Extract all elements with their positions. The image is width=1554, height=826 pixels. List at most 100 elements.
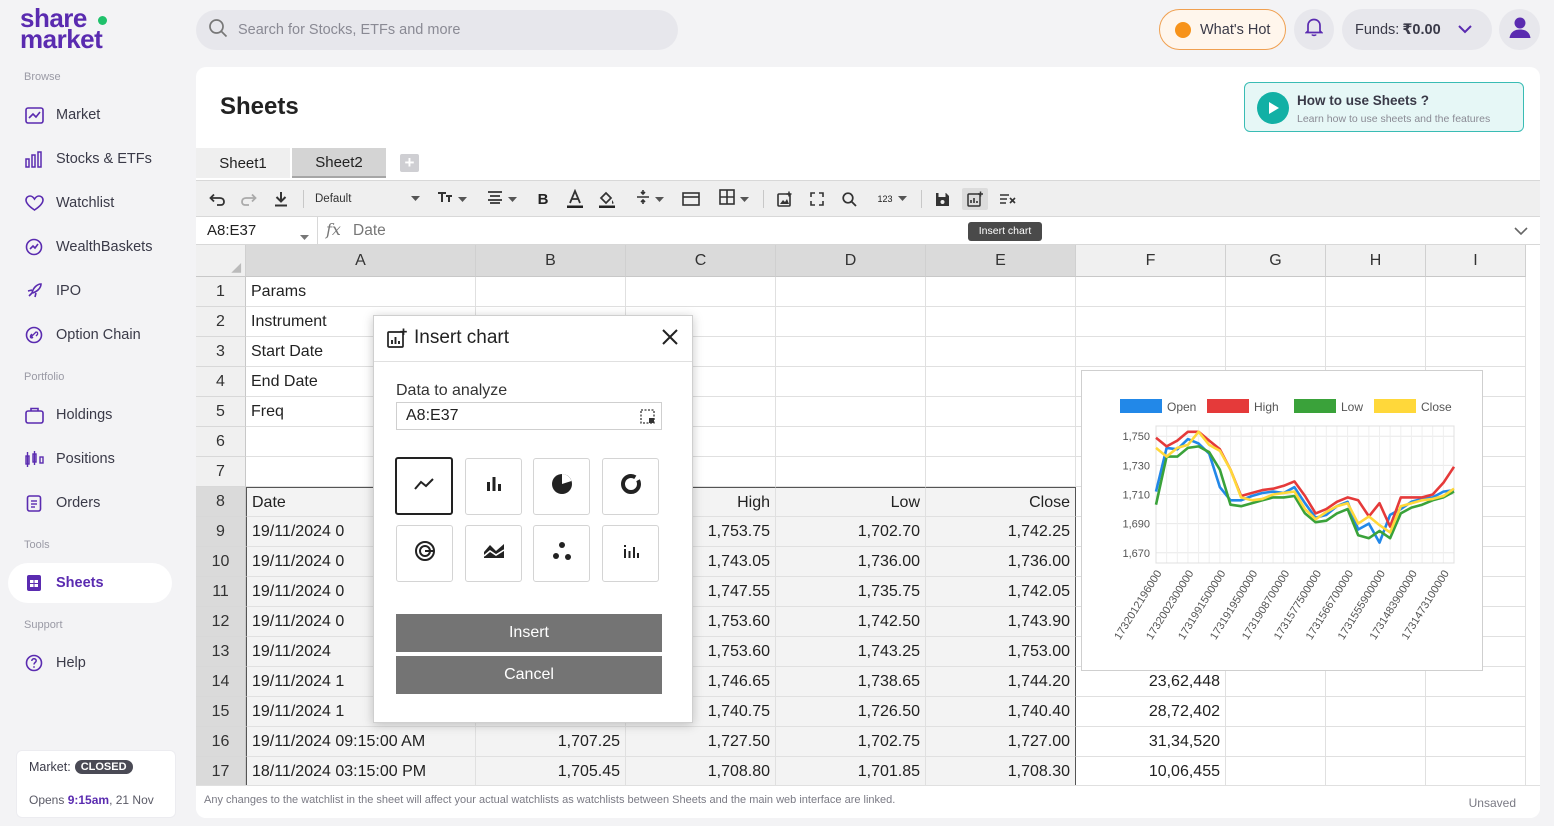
- cell-d16[interactable]: 1,702.75: [776, 727, 926, 757]
- row-header[interactable]: 13: [196, 637, 246, 667]
- whats-hot-button[interactable]: What's Hot: [1159, 9, 1286, 50]
- chart-type-pie[interactable]: [533, 458, 590, 515]
- cell-a17[interactable]: 18/11/2024 03:15:00 PM: [246, 757, 476, 785]
- chart-type-line[interactable]: [395, 457, 453, 515]
- cell-i3[interactable]: [1426, 337, 1526, 367]
- cell-a1[interactable]: Params: [246, 277, 476, 307]
- row-header[interactable]: 11: [196, 577, 246, 607]
- sidebar-item-holdings[interactable]: Holdings: [8, 395, 172, 435]
- sidebar-item-orders[interactable]: Orders: [8, 483, 172, 523]
- cell-e14[interactable]: 1,744.20: [926, 667, 1076, 697]
- cell-d8[interactable]: Low: [776, 487, 926, 517]
- column-header-b[interactable]: B: [476, 245, 626, 277]
- cell-g2[interactable]: [1226, 307, 1326, 337]
- cell-i2[interactable]: [1426, 307, 1526, 337]
- number-format-select[interactable]: 123: [872, 188, 912, 210]
- row-header[interactable]: 16: [196, 727, 246, 757]
- chart-type-bar[interactable]: [465, 458, 522, 515]
- column-header-g[interactable]: G: [1226, 245, 1326, 277]
- cell-d2[interactable]: [776, 307, 926, 337]
- cell-f2[interactable]: [1076, 307, 1226, 337]
- row-header[interactable]: 17: [196, 757, 246, 785]
- cell-g17[interactable]: [1226, 757, 1326, 785]
- select-all-corner[interactable]: [196, 245, 246, 277]
- cell-c16[interactable]: 1,727.50: [626, 727, 776, 757]
- notifications-button[interactable]: [1294, 9, 1334, 50]
- cell-e9[interactable]: 1,742.25: [926, 517, 1076, 547]
- row-header[interactable]: 7: [196, 457, 246, 487]
- cell-e13[interactable]: 1,753.00: [926, 637, 1076, 667]
- tab-sheet2[interactable]: Sheet2: [292, 148, 386, 178]
- cell-h1[interactable]: [1326, 277, 1426, 307]
- sidebar-item-sheets[interactable]: Sheets: [8, 563, 172, 603]
- cell-d14[interactable]: 1,738.65: [776, 667, 926, 697]
- sidebar-item-positions[interactable]: Positions: [8, 439, 172, 479]
- row-header[interactable]: 14: [196, 667, 246, 697]
- row-header[interactable]: 8: [196, 487, 246, 517]
- insert-image-icon[interactable]: [774, 188, 796, 210]
- cell-d4[interactable]: [776, 367, 926, 397]
- cell-f16[interactable]: 31,34,520: [1076, 727, 1226, 757]
- formula-input[interactable]: Date: [353, 222, 386, 240]
- funds-dropdown[interactable]: Funds: ₹0.00: [1342, 9, 1492, 50]
- cell-h15[interactable]: [1326, 697, 1426, 727]
- cell-d9[interactable]: 1,702.70: [776, 517, 926, 547]
- column-header-i[interactable]: I: [1426, 245, 1526, 277]
- download-icon[interactable]: [270, 188, 292, 210]
- row-header[interactable]: 6: [196, 427, 246, 457]
- cell-d6[interactable]: [776, 427, 926, 457]
- data-range-input[interactable]: A8:E37: [396, 402, 662, 430]
- column-header-d[interactable]: D: [776, 245, 926, 277]
- cell-d10[interactable]: 1,736.00: [776, 547, 926, 577]
- cell-b17[interactable]: 1,705.45: [476, 757, 626, 785]
- cell-e1[interactable]: [926, 277, 1076, 307]
- cell-c1[interactable]: [626, 277, 776, 307]
- cell-e15[interactable]: 1,740.40: [926, 697, 1076, 727]
- add-sheet-button[interactable]: +: [400, 154, 419, 172]
- cell-h17[interactable]: [1326, 757, 1426, 785]
- fullscreen-icon[interactable]: [806, 188, 828, 210]
- borders-select[interactable]: [716, 188, 752, 210]
- chart-type-radar[interactable]: [396, 525, 453, 582]
- undo-icon[interactable]: [206, 188, 228, 210]
- cell-d1[interactable]: [776, 277, 926, 307]
- sidebar-item-market[interactable]: Market: [8, 95, 172, 135]
- cell-f3[interactable]: [1076, 337, 1226, 367]
- cell-e5[interactable]: [926, 397, 1076, 427]
- select-range-icon[interactable]: [640, 409, 655, 429]
- embedded-line-chart[interactable]: 1,670 1,690 1,710 1,730 1,750 1732012196000 17…: [1081, 370, 1483, 671]
- cell-e4[interactable]: [926, 367, 1076, 397]
- bold-icon[interactable]: B: [532, 188, 554, 210]
- cell-d15[interactable]: 1,726.50: [776, 697, 926, 727]
- column-header-h[interactable]: H: [1326, 245, 1426, 277]
- cell-c17[interactable]: 1,708.80: [626, 757, 776, 785]
- cell-h2[interactable]: [1326, 307, 1426, 337]
- row-header[interactable]: 9: [196, 517, 246, 547]
- cell-e2[interactable]: [926, 307, 1076, 337]
- chart-type-column[interactable]: [602, 525, 659, 582]
- cell-e12[interactable]: 1,743.90: [926, 607, 1076, 637]
- row-header[interactable]: 2: [196, 307, 246, 337]
- chart-type-doughnut[interactable]: [602, 458, 659, 515]
- cell-d12[interactable]: 1,742.50: [776, 607, 926, 637]
- row-header[interactable]: 12: [196, 607, 246, 637]
- chart-type-scatter[interactable]: [533, 525, 590, 582]
- font-family-select[interactable]: Default: [312, 188, 424, 210]
- sidebar-item-wealthbaskets[interactable]: WealthBaskets: [8, 227, 172, 267]
- column-header-e[interactable]: E: [926, 245, 1076, 277]
- sidebar-item-watchlist[interactable]: Watchlist: [8, 183, 172, 223]
- find-icon[interactable]: [838, 188, 860, 210]
- cell-d11[interactable]: 1,735.75: [776, 577, 926, 607]
- column-header-f[interactable]: F: [1076, 245, 1226, 277]
- insert-chart-icon[interactable]: [962, 188, 988, 210]
- fill-color-icon[interactable]: [596, 188, 618, 210]
- cell-d5[interactable]: [776, 397, 926, 427]
- row-header[interactable]: 10: [196, 547, 246, 577]
- sidebar-item-stocks-etfs[interactable]: Stocks & ETFs: [8, 139, 172, 179]
- cell-b1[interactable]: [476, 277, 626, 307]
- cell-b16[interactable]: 1,707.25: [476, 727, 626, 757]
- cell-f15[interactable]: 28,72,402: [1076, 697, 1226, 727]
- cell-g3[interactable]: [1226, 337, 1326, 367]
- cell-d13[interactable]: 1,743.25: [776, 637, 926, 667]
- column-header-a[interactable]: A: [246, 245, 476, 277]
